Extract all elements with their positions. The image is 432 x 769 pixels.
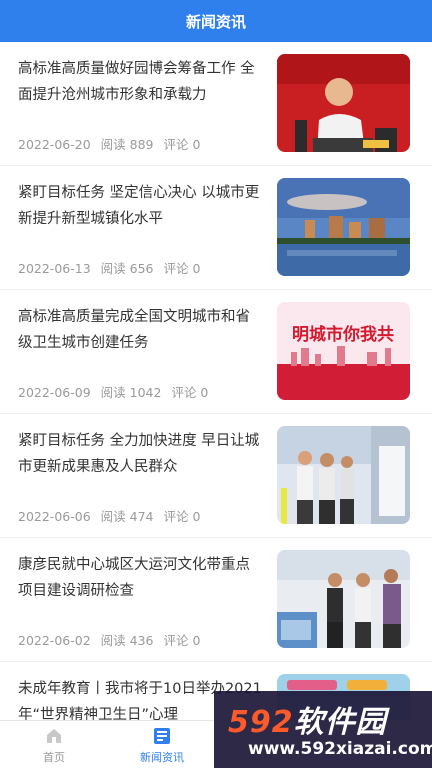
news-item[interactable]: 紧盯目标任务 坚定信心决心 以城市更新提升新型城镇化水平 2022-06-13 阅…	[0, 166, 432, 290]
news-date: 2022-06-20	[18, 137, 91, 152]
tab-home-label: 首页	[43, 750, 65, 764]
news-reads: 阅读 474	[100, 509, 154, 524]
news-reads: 阅读 889	[100, 137, 154, 152]
news-reads: 阅读 1042	[100, 385, 162, 400]
watermark-text: 软件园	[293, 705, 387, 740]
top-bar: 新闻资讯	[0, 0, 432, 42]
page-title: 新闻资讯	[185, 12, 246, 31]
poster-text: 明城市你我共	[292, 324, 394, 345]
news-date: 2022-06-13	[18, 261, 91, 276]
watermark-url: www.592xiazai.com	[248, 739, 432, 759]
news-comments: 评论 0	[163, 261, 201, 276]
news-thumbnail-canal-inspection[interactable]	[277, 550, 410, 648]
tab-news-label: 新闻资讯	[140, 750, 184, 764]
news-title[interactable]: 紧盯目标任务 坚定信心决心 以城市更新提升新型城镇化水平	[18, 180, 263, 232]
news-thumbnail-city-skyline[interactable]	[277, 178, 410, 276]
news-date: 2022-06-09	[18, 385, 91, 400]
news-meta: 2022-06-06 阅读 474 评论 0	[18, 506, 210, 525]
watermark-digits: 592	[228, 705, 294, 740]
news-date: 2022-06-02	[18, 633, 91, 648]
news-meta: 2022-06-20 阅读 889 评论 0	[18, 134, 210, 153]
news-meta: 2022-06-13 阅读 656 评论 0	[18, 258, 210, 277]
news-title[interactable]: 康彦民就中心城区大运河文化带重点项目建设调研检查	[18, 552, 263, 604]
news-comments: 评论 0	[171, 385, 209, 400]
news-thumbnail-official-speaking[interactable]	[277, 54, 410, 152]
news-title[interactable]: 紧盯目标任务 全力加快进度 早日让城市更新成果惠及人民群众	[18, 428, 263, 480]
news-item[interactable]: 紧盯目标任务 全力加快进度 早日让城市更新成果惠及人民群众 2022-06-06…	[0, 414, 432, 538]
news-meta: 2022-06-09 阅读 1042 评论 0	[18, 382, 218, 401]
news-reads: 阅读 436	[100, 633, 154, 648]
news-title[interactable]: 高标准高质量做好园博会筹备工作 全面提升沧州城市形象和承载力	[18, 56, 263, 108]
news-title[interactable]: 高标准高质量完成全国文明城市和省级卫生城市创建任务	[18, 304, 263, 356]
news-icon	[154, 727, 170, 744]
news-reads: 阅读 656	[100, 261, 154, 276]
news-item[interactable]: 高标准高质量做好园博会筹备工作 全面提升沧州城市形象和承载力 2022-06-2…	[0, 42, 432, 166]
watermark-logo: 592软件园	[228, 697, 387, 741]
news-comments: 评论 0	[163, 137, 201, 152]
site-watermark: 592软件园 www.592xiazai.com	[214, 691, 432, 768]
news-list[interactable]: 高标准高质量做好园博会筹备工作 全面提升沧州城市形象和承载力 2022-06-2…	[0, 42, 432, 720]
news-comments: 评论 0	[163, 509, 201, 524]
news-thumbnail-site-inspection[interactable]	[277, 426, 410, 524]
home-icon	[47, 728, 61, 743]
news-item[interactable]: 康彦民就中心城区大运河文化带重点项目建设调研检查 2022-06-02 阅读 43…	[0, 538, 432, 662]
news-item[interactable]: 高标准高质量完成全国文明城市和省级卫生城市创建任务 2022-06-09 阅读 1…	[0, 290, 432, 414]
news-comments: 评论 0	[163, 633, 201, 648]
news-meta: 2022-06-02 阅读 436 评论 0	[18, 630, 210, 649]
news-date: 2022-06-06	[18, 509, 91, 524]
tab-home[interactable]: 首页	[0, 721, 108, 769]
tab-news[interactable]: 新闻资讯	[108, 721, 216, 769]
news-thumbnail-civilized-city-poster[interactable]: 明城市你我共	[277, 302, 410, 400]
